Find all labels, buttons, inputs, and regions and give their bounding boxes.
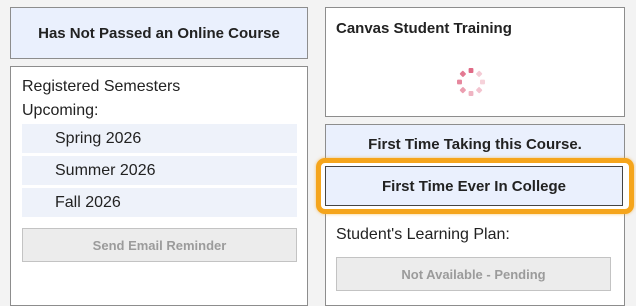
send-email-reminder-button[interactable]: Send Email Reminder bbox=[22, 228, 297, 262]
send-email-reminder-label: Send Email Reminder bbox=[92, 237, 227, 253]
online-course-status-label: Has Not Passed an Online Course bbox=[38, 24, 280, 42]
learning-plan-label: Student's Learning Plan: bbox=[336, 226, 510, 243]
registered-semesters-title: Registered Semesters bbox=[22, 78, 181, 95]
upcoming-label: Upcoming: bbox=[22, 102, 99, 119]
loading-spinner-icon bbox=[457, 68, 485, 96]
online-course-status-badge: Has Not Passed an Online Course bbox=[10, 7, 308, 59]
semester-item: Spring 2026 bbox=[22, 124, 297, 153]
semester-item: Summer 2026 bbox=[22, 156, 297, 185]
first-time-college-badge: First Time Ever In College bbox=[325, 166, 623, 206]
learning-plan-button-label: Not Available - Pending bbox=[401, 266, 546, 282]
canvas-training-title: Canvas Student Training bbox=[336, 20, 512, 37]
first-time-college-label: First Time Ever In College bbox=[382, 177, 566, 195]
semester-item: Fall 2026 bbox=[22, 188, 297, 217]
learning-plan-button[interactable]: Not Available - Pending bbox=[336, 257, 611, 291]
first-time-course-label: First Time Taking this Course. bbox=[368, 135, 582, 153]
